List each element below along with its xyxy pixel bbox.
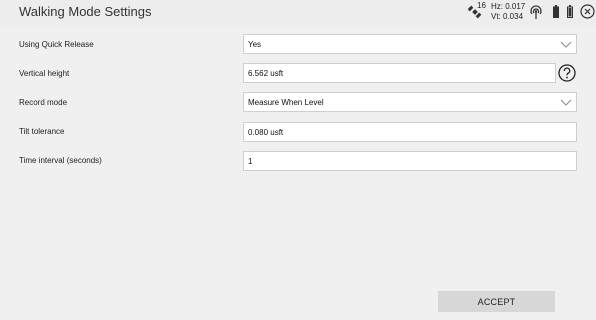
close-icon[interactable] [580, 4, 595, 19]
tilt-tolerance-label: Tilt tolerance [19, 127, 65, 136]
time-interval-input[interactable]: 1 [243, 151, 577, 171]
vertical-height-input[interactable]: 6.562 usft [243, 63, 556, 83]
accept-button[interactable]: ACCEPT [438, 291, 555, 312]
quick-release-value: Yes [248, 40, 262, 49]
help-icon[interactable] [558, 64, 576, 82]
time-interval-label: Time interval (seconds) [19, 156, 102, 165]
chevron-down-icon [560, 99, 572, 106]
tilt-tolerance-input[interactable]: 0.080 usft [243, 122, 577, 142]
record-mode-select[interactable]: Measure When Level [243, 92, 577, 112]
vertical-height-label: Vertical height [19, 69, 70, 78]
title-bar: Walking Mode Settings 16 Hz: 0.017 Vt: 0… [0, 0, 596, 25]
page-title: Walking Mode Settings [19, 4, 152, 19]
vertical-height-value: 6.562 usft [248, 69, 284, 78]
record-mode-value: Measure When Level [248, 98, 324, 107]
satellite-count: 16 [477, 1, 486, 10]
radio-signal-icon[interactable] [528, 4, 544, 20]
time-interval-value: 1 [248, 157, 253, 166]
tilt-tolerance-value: 0.080 usft [248, 128, 284, 137]
battery-icon[interactable] [567, 5, 573, 18]
vt-precision: Vt: 0.034 [491, 12, 524, 21]
quick-release-select[interactable]: Yes [243, 34, 577, 54]
chevron-down-icon [560, 41, 572, 48]
hz-precision: Hz: 0.017 [491, 2, 526, 11]
battery-icon[interactable] [553, 5, 559, 18]
record-mode-label: Record mode [19, 98, 68, 107]
quick-release-label: Using Quick Release [19, 40, 94, 49]
